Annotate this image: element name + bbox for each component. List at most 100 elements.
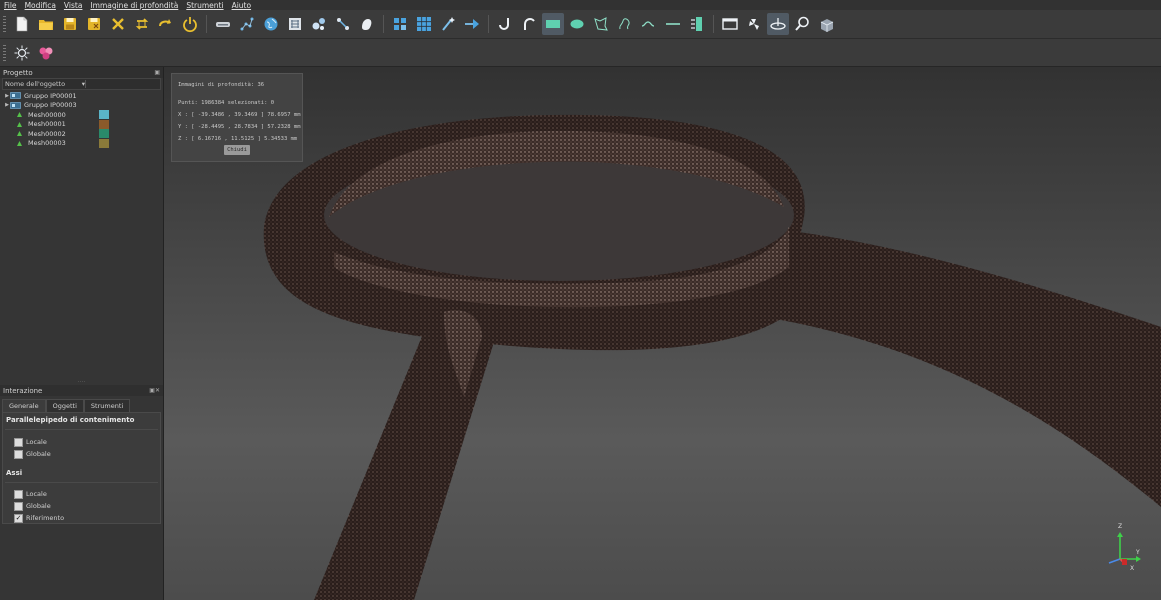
line-wave-icon[interactable] xyxy=(638,13,660,35)
info-y-range: Y : [ -28.4495 , 28.7834 ] 57.2328 mm xyxy=(178,124,301,130)
left-panel: Progetto ▣ Nome dell'oggetto ▾ ▶ Gruppo IP… xyxy=(0,67,164,600)
divider xyxy=(5,482,158,483)
arrow-plane-icon[interactable] xyxy=(461,13,483,35)
tree-item-group-2[interactable]: ▶ Gruppo IP00003 xyxy=(4,101,161,111)
tree-item-mesh-1[interactable]: Mesh00001 xyxy=(4,119,161,130)
freeform-icon[interactable] xyxy=(614,13,636,35)
bbox-globale-row[interactable]: Globale xyxy=(3,448,160,460)
group-icon xyxy=(10,101,21,109)
bbox-section-title: Parallelepipedo di contenimento xyxy=(6,416,135,424)
line-icon[interactable] xyxy=(662,13,684,35)
magnify-icon[interactable] xyxy=(791,13,813,35)
rectangle-icon[interactable] xyxy=(542,13,564,35)
menu-strumenti[interactable]: Strumenti xyxy=(182,1,227,10)
info-z-range: Z : [ 6.16716 , 11.5125 ] 5.34533 mm xyxy=(178,136,298,142)
redo-icon[interactable] xyxy=(155,13,177,35)
ellipse-icon[interactable] xyxy=(566,13,588,35)
axes-riferimento-checkbox[interactable]: ✓ xyxy=(14,513,23,523)
menu-immagine[interactable]: Immagine di profondità xyxy=(86,1,182,10)
tab-strumenti[interactable]: Strumenti xyxy=(83,399,131,412)
panel-float-close-icon[interactable]: ▣✕ xyxy=(149,387,160,394)
grid-small-icon[interactable] xyxy=(389,13,411,35)
shape-icon[interactable] xyxy=(356,13,378,35)
3d-viewport[interactable]: Immagini di profondità: 36 Punti: 198638… xyxy=(164,67,1161,600)
interaction-panel-title: Interazione ▣✕ xyxy=(0,385,163,396)
point-cloud-model xyxy=(263,114,1161,600)
divider xyxy=(5,429,158,430)
toolbar-grip[interactable] xyxy=(3,16,6,32)
toolbar-separator xyxy=(383,15,384,33)
interaction-tabs: Generale Oggetti Strumenti xyxy=(2,399,161,412)
tree-item-mesh-2[interactable]: Mesh00002 xyxy=(4,129,161,139)
tab-oggetti[interactable]: Oggetti xyxy=(45,399,84,412)
color-balls-icon[interactable] xyxy=(35,42,57,64)
new-file-icon[interactable] xyxy=(11,13,33,35)
mesh-color-swatch[interactable] xyxy=(99,119,109,129)
spheres-icon[interactable] xyxy=(308,13,330,35)
wand-icon[interactable] xyxy=(437,13,459,35)
axes-globale-row[interactable]: Globale xyxy=(3,500,160,512)
bbox-locale-checkbox[interactable] xyxy=(14,437,23,447)
close-info-button[interactable]: Chiudi xyxy=(224,145,250,155)
bbox-globale-checkbox[interactable] xyxy=(14,449,23,459)
mesh-color-swatch[interactable] xyxy=(99,110,109,119)
window-icon[interactable] xyxy=(719,13,741,35)
depth-image-info-box: Immagini di profondità: 36 Punti: 198638… xyxy=(171,73,303,162)
texture-icon[interactable] xyxy=(284,13,306,35)
menu-file[interactable]: File xyxy=(0,1,21,10)
delete-icon[interactable] xyxy=(107,13,129,35)
axes-riferimento-row[interactable]: ✓ Riferimento xyxy=(3,512,160,524)
polygon-icon[interactable] xyxy=(590,13,612,35)
tree-item-mesh-0[interactable]: Mesh00000 xyxy=(4,110,161,120)
axes-locale-checkbox[interactable] xyxy=(14,489,23,499)
cube-icon[interactable] xyxy=(815,13,837,35)
connect-icon[interactable] xyxy=(332,13,354,35)
interaction-panel: ‥‥ Interazione ▣✕ Generale Oggetti Strum… xyxy=(0,378,163,524)
main-toolbar xyxy=(0,10,1161,39)
tree-item-group-1[interactable]: ▶ Gruppo IP00001 xyxy=(4,91,161,101)
open-folder-icon[interactable] xyxy=(35,13,57,35)
sun-light-icon[interactable] xyxy=(11,42,33,64)
mesh-icon xyxy=(17,140,22,146)
tab-generale[interactable]: Generale xyxy=(2,399,46,412)
axes-globale-checkbox[interactable] xyxy=(14,501,23,511)
globe-icon[interactable] xyxy=(260,13,282,35)
panel-float-icon[interactable]: ▣ xyxy=(154,69,160,76)
hook-icon[interactable] xyxy=(494,13,516,35)
power-icon[interactable] xyxy=(179,13,201,35)
tree-item-mesh-3[interactable]: Mesh00003 xyxy=(4,138,161,149)
fan-icon[interactable] xyxy=(743,13,765,35)
secondary-toolbar xyxy=(0,39,1161,67)
swap-icon[interactable] xyxy=(131,13,153,35)
plane-select-icon[interactable] xyxy=(767,13,789,35)
toolbar-grip[interactable] xyxy=(3,44,6,61)
bbox-locale-row[interactable]: Locale xyxy=(3,436,160,448)
mesh-color-swatch[interactable] xyxy=(99,129,109,138)
menu-vista[interactable]: Vista xyxy=(60,1,87,10)
scanner-icon[interactable] xyxy=(212,13,234,35)
info-x-range: X : [ -39.3486 , 39.3469 ] 78.6957 mm xyxy=(178,112,301,118)
axis-x-label: X xyxy=(1130,565,1135,572)
points-icon[interactable] xyxy=(236,13,258,35)
menu-bar: File Modifica Vista Immagine di profondi… xyxy=(0,0,1161,10)
info-points: Punti: 1986384 selezionati: 0 xyxy=(178,100,275,106)
axis-y-label: Y xyxy=(1136,549,1140,556)
mesh-icon xyxy=(17,112,22,118)
axes-locale-row[interactable]: Locale xyxy=(3,488,160,500)
info-title: Immagini di profondità: 36 xyxy=(178,82,265,88)
save-as-icon[interactable] xyxy=(83,13,105,35)
grid-large-icon[interactable] xyxy=(413,13,435,35)
curve-icon[interactable] xyxy=(518,13,540,35)
menu-aiuto[interactable]: Aiuto xyxy=(228,1,256,10)
axis-arrows-icon xyxy=(1108,532,1141,565)
project-panel-title: Progetto ▣ xyxy=(0,67,163,78)
tab-content: Parallelepipedo di contenimento Locale G… xyxy=(2,412,161,524)
save-icon[interactable] xyxy=(59,13,81,35)
toolbar-separator xyxy=(206,15,207,33)
menu-modifica[interactable]: Modifica xyxy=(21,1,60,10)
mesh-icon xyxy=(17,131,22,137)
layers-icon[interactable] xyxy=(686,13,708,35)
sort-arrow-icon[interactable]: ▾ xyxy=(82,80,85,88)
axis-z-label: Z xyxy=(1118,523,1123,530)
mesh-color-swatch[interactable] xyxy=(99,138,109,148)
